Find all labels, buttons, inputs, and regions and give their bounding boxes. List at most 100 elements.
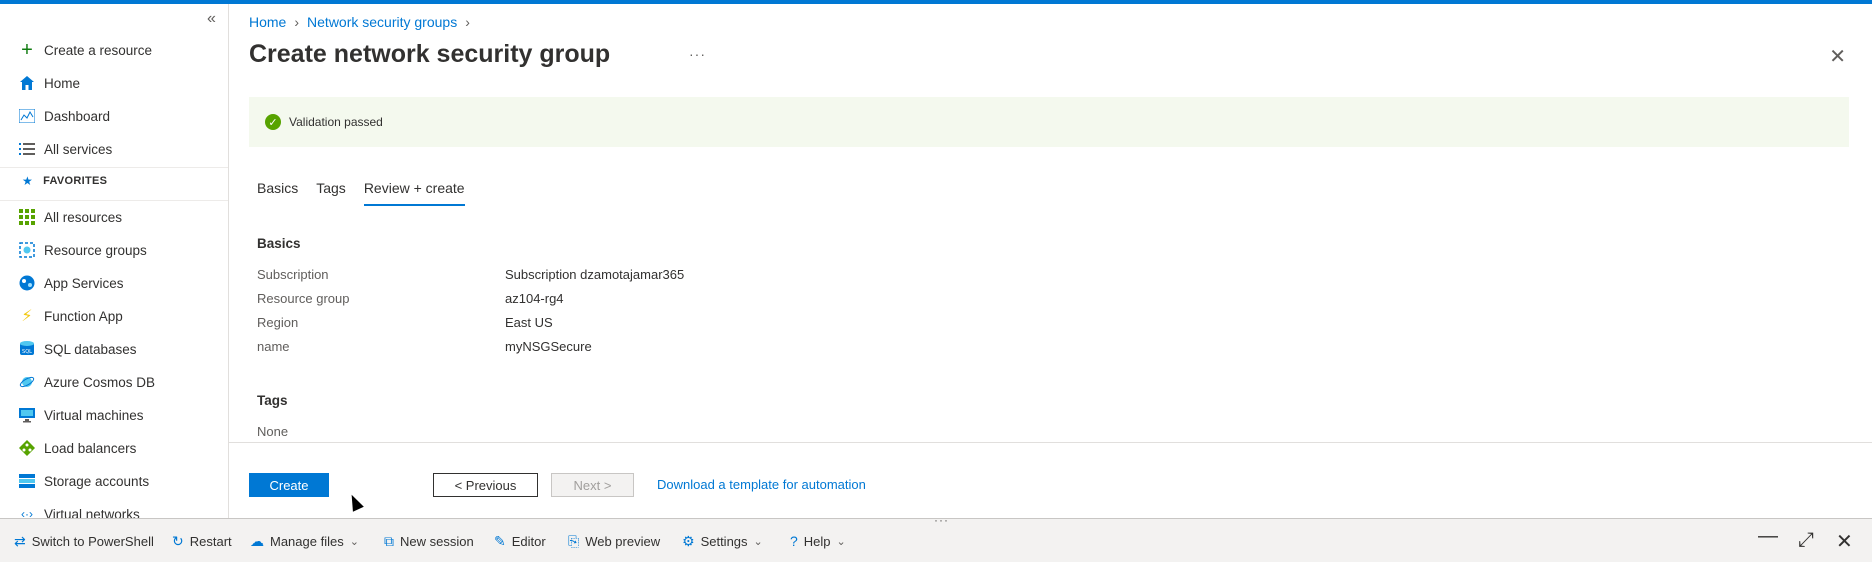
chevron-right-icon: › (294, 14, 300, 30)
close-shell-icon[interactable]: ✕ (1836, 529, 1853, 554)
sidebar-item-sql-databases[interactable]: SQL SQL databases (18, 335, 137, 363)
dashboard-icon (18, 107, 36, 125)
next-button[interactable]: Next > (551, 473, 634, 497)
tab-bar: Basics Tags Review + create (257, 176, 483, 206)
download-template-link[interactable]: Download a template for automation (657, 477, 866, 492)
switch-icon: ⇄ (14, 533, 26, 549)
sidebar-item-label: All resources (44, 209, 123, 225)
settings-button[interactable]: ⚙ Settings ⌄ (682, 533, 763, 550)
sidebar-item-label: Virtual machines (44, 407, 144, 423)
summary-row: name myNSGSecure (257, 339, 592, 354)
sidebar-item-home[interactable]: Home (18, 69, 80, 97)
main-panel: Home › Network security groups › Create … (229, 4, 1872, 518)
tab-review-create[interactable]: Review + create (363, 176, 465, 206)
sidebar-item-load-balancers[interactable]: Load balancers (18, 434, 136, 462)
sidebar-item-all-resources[interactable]: All resources (18, 203, 122, 231)
divider (0, 200, 228, 201)
sidebar-item-label: All services (44, 141, 113, 157)
tags-value: None (257, 424, 289, 439)
divider (229, 442, 1872, 443)
sidebar-item-virtual-machines[interactable]: Virtual machines (18, 401, 144, 429)
chevron-down-icon: ⌄ (349, 536, 359, 548)
sidebar-item-label: Azure Cosmos DB (44, 374, 156, 390)
minimize-icon[interactable]: — (1758, 525, 1778, 548)
help-button[interactable]: ? Help ⌄ (790, 533, 846, 549)
tags-heading: Tags (257, 393, 288, 408)
sidebar-item-label: Virtual networks (44, 506, 140, 519)
sidebar: « + Create a resource Home Dashboard All… (0, 4, 229, 518)
svg-text:SQL: SQL (22, 349, 32, 355)
resize-grip-icon[interactable]: ··· (934, 513, 949, 527)
grid-icon (18, 208, 36, 226)
plus-icon: + (21, 38, 33, 61)
sidebar-item-label: Create a resource (44, 42, 153, 58)
sidebar-item-resource-groups[interactable]: Resource groups (18, 236, 147, 264)
sidebar-item-storage-accounts[interactable]: Storage accounts (18, 467, 149, 495)
chevron-down-icon: ⌄ (836, 535, 846, 548)
sidebar-item-dashboard[interactable]: Dashboard (18, 102, 110, 130)
app-services-icon (18, 274, 36, 292)
sidebar-item-label: Dashboard (44, 108, 111, 124)
web-preview-icon: ⎘ (568, 533, 580, 549)
restart-button[interactable]: ↻ Restart (172, 533, 232, 550)
cloud-shell-toolbar: ··· ⇄ Switch to PowerShell ↻ Restart ☁ M… (0, 513, 1872, 562)
sidebar-item-label: Storage accounts (44, 473, 150, 489)
home-icon (18, 74, 36, 92)
breadcrumb-parent-link[interactable]: Network security groups (307, 14, 457, 30)
storage-icon (18, 472, 36, 490)
help-icon: ? (790, 533, 798, 549)
list-icon (18, 140, 36, 158)
manage-files-button[interactable]: ☁ Manage files ⌄ (250, 533, 359, 550)
close-icon[interactable]: ✕ (1829, 44, 1846, 69)
new-session-icon: ⧉ (384, 533, 394, 549)
sidebar-item-app-services[interactable]: App Services (18, 269, 124, 297)
checkmark-icon: ✓ (265, 114, 281, 130)
divider (0, 167, 228, 168)
function-app-icon: ⚡ (21, 308, 33, 325)
create-button[interactable]: Create (249, 473, 329, 497)
star-icon: ★ (22, 174, 34, 188)
chevron-right-icon: › (465, 14, 470, 30)
summary-row: Region East US (257, 315, 553, 330)
load-balancer-icon (18, 439, 36, 457)
summary-row: Subscription Subscription dzamotajamar36… (257, 267, 685, 282)
favorites-heading: ★ FAVORITES (22, 174, 108, 188)
summary-row: Resource group az104-rg4 (257, 291, 564, 306)
sidebar-item-create-resource[interactable]: + Create a resource (18, 36, 152, 64)
restart-icon: ↻ (172, 533, 184, 549)
new-session-button[interactable]: ⧉ New session (384, 533, 474, 550)
sidebar-item-label: Resource groups (44, 242, 147, 258)
sidebar-item-label: Home (44, 75, 81, 91)
collapse-sidebar-icon[interactable]: « (207, 10, 216, 28)
tab-basics[interactable]: Basics (257, 176, 298, 206)
sidebar-item-cosmos-db[interactable]: Azure Cosmos DB (18, 368, 155, 396)
page-title: Create network security group (249, 40, 611, 68)
editor-button[interactable]: ✎ Editor (494, 533, 546, 550)
cosmos-icon (18, 373, 36, 391)
cloud-icon: ☁ (250, 533, 264, 549)
maximize-icon[interactable]: ⤢ (1798, 529, 1814, 552)
breadcrumb-home-link[interactable]: Home (249, 14, 286, 30)
sidebar-item-function-app[interactable]: ⚡ Function App (18, 302, 123, 330)
sidebar-item-all-services[interactable]: All services (18, 135, 112, 163)
sidebar-item-label: App Services (44, 275, 124, 291)
breadcrumb: Home › Network security groups › (249, 14, 470, 30)
sidebar-item-label: SQL databases (44, 341, 137, 357)
switch-powershell-button[interactable]: ⇄ Switch to PowerShell (14, 533, 154, 550)
chevron-down-icon: ⌄ (753, 536, 763, 548)
previous-button[interactable]: < Previous (433, 473, 538, 497)
tab-tags[interactable]: Tags (316, 176, 346, 206)
validation-banner: ✓ Validation passed (249, 97, 1849, 147)
web-preview-button[interactable]: ⎘ Web preview (568, 533, 660, 550)
basics-heading: Basics (257, 236, 301, 251)
sidebar-item-label: Load balancers (44, 440, 137, 456)
resource-group-icon (18, 241, 36, 259)
sidebar-item-virtual-networks[interactable]: ‹·› Virtual networks (18, 500, 140, 519)
validation-text: Validation passed (289, 115, 383, 129)
pencil-icon: ✎ (494, 533, 506, 549)
gear-icon: ⚙ (682, 533, 695, 549)
sql-icon: SQL (18, 340, 36, 358)
sidebar-item-label: Function App (44, 308, 123, 324)
vm-icon (18, 406, 36, 424)
more-options-icon[interactable]: ··· (689, 46, 706, 62)
